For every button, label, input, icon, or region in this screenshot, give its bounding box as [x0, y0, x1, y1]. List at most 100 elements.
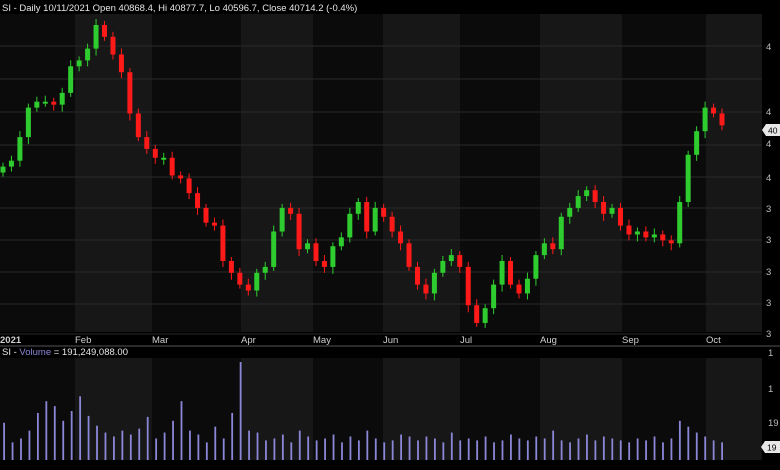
candle-body[interactable]	[305, 243, 311, 250]
volume-bar[interactable]	[535, 436, 538, 460]
volume-bar[interactable]	[36, 412, 39, 460]
volume-bar[interactable]	[501, 440, 504, 460]
volume-bar[interactable]	[172, 420, 174, 460]
volume-bar[interactable]	[543, 438, 546, 460]
candle-body[interactable]	[152, 148, 158, 158]
candle-body[interactable]	[313, 243, 319, 261]
volume-bar[interactable]	[450, 432, 453, 460]
volume-bar[interactable]	[315, 440, 318, 460]
volume-bar[interactable]	[383, 442, 386, 460]
candle-body[interactable]	[0, 166, 6, 173]
candle-body[interactable]	[651, 234, 657, 238]
volume-bar[interactable]	[222, 438, 225, 460]
volume-bar[interactable]	[594, 440, 597, 460]
candle-body[interactable]	[389, 216, 395, 232]
volume-bar[interactable]	[70, 411, 73, 460]
volume-bar[interactable]	[256, 432, 259, 460]
volume-bar[interactable]	[577, 438, 580, 460]
candle-body[interactable]	[8, 160, 14, 167]
candle-body[interactable]	[59, 92, 65, 105]
volume-bar[interactable]	[180, 401, 183, 460]
volume-bar[interactable]	[332, 434, 335, 460]
candle-body[interactable]	[237, 272, 243, 285]
candle-body[interactable]	[702, 107, 708, 132]
candle-body[interactable]	[440, 261, 446, 273]
candle-body[interactable]	[135, 113, 141, 138]
candle-body[interactable]	[660, 234, 666, 241]
volume-bar[interactable]	[28, 430, 31, 460]
volume-bar[interactable]	[476, 440, 479, 460]
candle-body[interactable]	[685, 154, 691, 202]
volume-bar[interactable]	[113, 436, 115, 460]
volume-bar[interactable]	[87, 415, 90, 460]
candle-body[interactable]	[643, 231, 649, 238]
candle-body[interactable]	[195, 193, 201, 208]
candle-body[interactable]	[178, 175, 184, 179]
candle-body[interactable]	[42, 101, 48, 104]
volume-bar[interactable]	[281, 434, 284, 460]
candle-body[interactable]	[211, 222, 217, 226]
volume-bar[interactable]	[442, 442, 445, 460]
volume-bar[interactable]	[239, 362, 242, 460]
candle-body[interactable]	[508, 261, 514, 285]
candle-body[interactable]	[609, 207, 615, 214]
volume-bar[interactable]	[121, 430, 124, 460]
candle-body[interactable]	[203, 207, 209, 223]
volume-bar[interactable]	[155, 438, 158, 460]
candle-body[interactable]	[372, 207, 378, 232]
candle-body[interactable]	[254, 272, 260, 291]
candle-body[interactable]	[51, 101, 57, 105]
volume-bar[interactable]	[298, 430, 301, 460]
volume-bar[interactable]	[11, 442, 14, 460]
candle-body[interactable]	[118, 54, 124, 73]
candle-body[interactable]	[482, 308, 488, 323]
candle-body[interactable]	[668, 240, 674, 244]
candle-body[interactable]	[719, 113, 725, 126]
volume-bar[interactable]	[425, 436, 428, 460]
candle-body[interactable]	[414, 266, 420, 285]
volume-bar[interactable]	[569, 442, 571, 460]
volume-bar[interactable]	[205, 442, 208, 460]
volume-bar[interactable]	[3, 422, 5, 460]
candle-body[interactable]	[711, 107, 717, 114]
candle-body[interactable]	[558, 216, 564, 250]
candle-body[interactable]	[626, 225, 632, 235]
candle-body[interactable]	[448, 255, 454, 261]
volume-bar[interactable]	[400, 434, 403, 460]
volume-bar[interactable]	[510, 434, 512, 460]
candle-body[interactable]	[93, 25, 99, 49]
candle-body[interactable]	[592, 190, 598, 202]
candle-body[interactable]	[355, 202, 361, 214]
candle-body[interactable]	[262, 266, 268, 273]
volume-bar[interactable]	[645, 440, 647, 460]
volume-bar[interactable]	[290, 442, 293, 460]
candle-body[interactable]	[541, 243, 547, 256]
candle-body[interactable]	[634, 231, 640, 235]
volume-bar[interactable]	[712, 440, 715, 460]
candle-body[interactable]	[406, 243, 412, 267]
candle-body[interactable]	[338, 237, 344, 247]
volume-bar[interactable]	[374, 438, 377, 460]
volume-bar[interactable]	[214, 426, 217, 460]
candle-body[interactable]	[102, 25, 108, 37]
candle-body[interactable]	[110, 36, 116, 55]
candle-body[interactable]	[296, 213, 302, 250]
candle-body[interactable]	[601, 202, 607, 214]
candle-body[interactable]	[127, 72, 133, 114]
volume-bar[interactable]	[493, 442, 495, 460]
candle-body[interactable]	[457, 255, 463, 267]
volume-bar[interactable]	[636, 438, 639, 460]
candle-body[interactable]	[423, 284, 429, 294]
volume-bar[interactable]	[349, 436, 352, 460]
candle-body[interactable]	[245, 284, 251, 291]
candle-body[interactable]	[161, 157, 167, 160]
candle-body[interactable]	[617, 207, 623, 226]
volume-bar[interactable]	[721, 442, 723, 460]
candle-body[interactable]	[330, 246, 336, 267]
volume-bar[interactable]	[434, 438, 436, 460]
candle-body[interactable]	[271, 231, 277, 267]
volume-bar[interactable]	[526, 440, 529, 460]
candle-body[interactable]	[279, 207, 285, 232]
candle-body[interactable]	[694, 131, 700, 155]
volume-bar[interactable]	[357, 440, 360, 460]
